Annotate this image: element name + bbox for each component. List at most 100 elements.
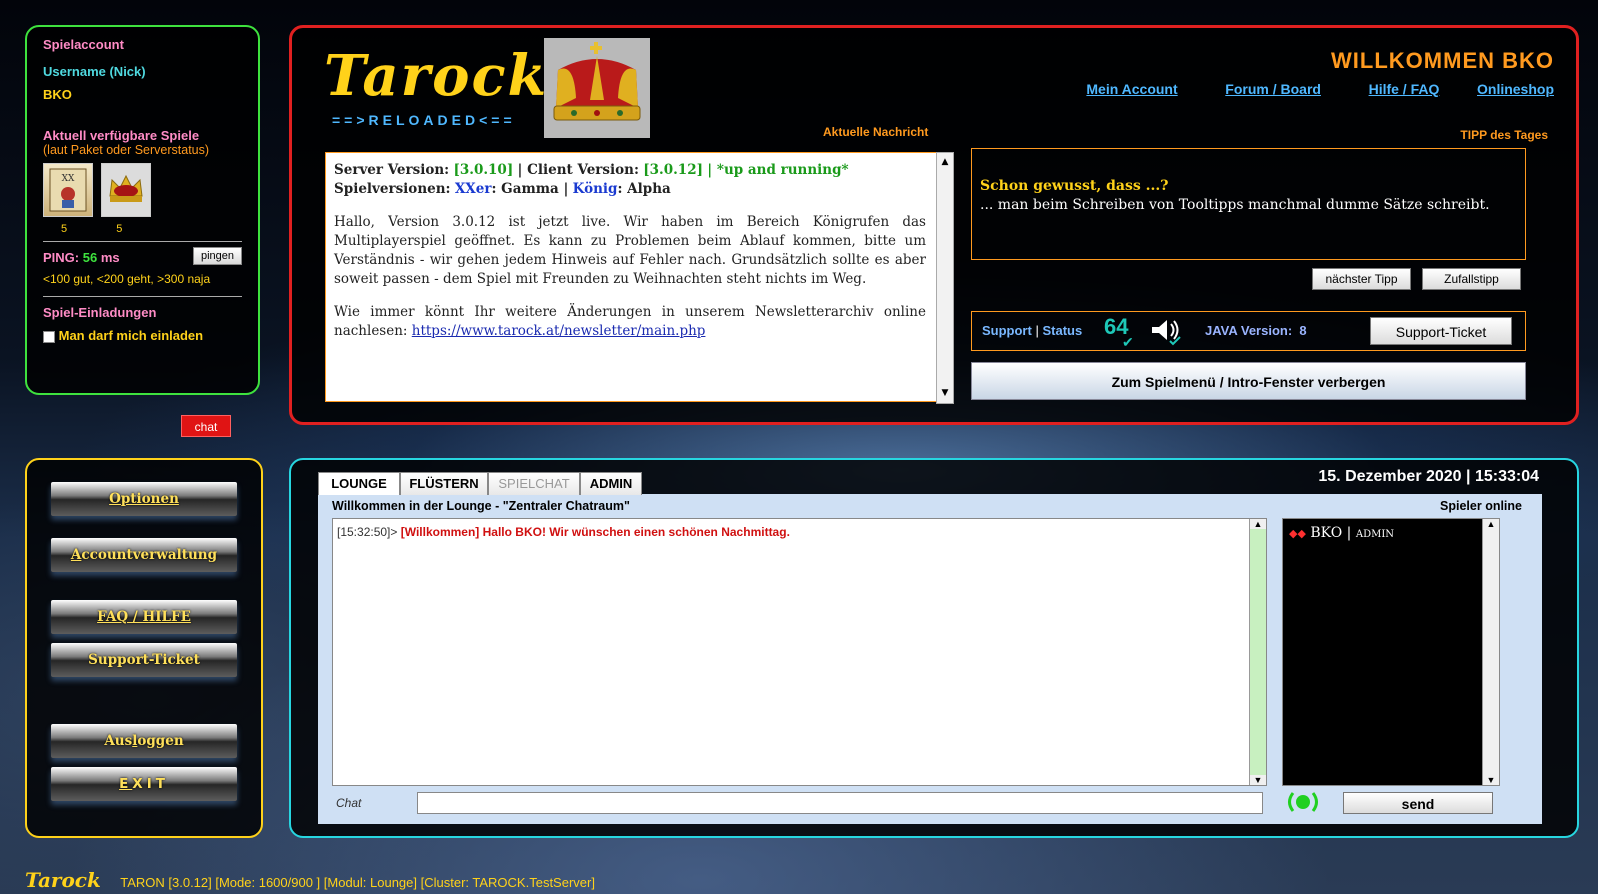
game-counts: 5 5 bbox=[61, 223, 242, 235]
nav-support-ticket-button[interactable]: Support-Ticket bbox=[51, 643, 237, 677]
support-status-bar: Support | Status 64 ✔ JAVA Version: 8 Su… bbox=[971, 311, 1526, 351]
support-status-label: Support | Status bbox=[982, 323, 1083, 338]
support-label: Support bbox=[982, 323, 1032, 338]
news-paragraph: Hallo, Version 3.0.12 ist jetzt live. Wi… bbox=[334, 214, 926, 287]
footer-logo: Tarock bbox=[25, 868, 101, 892]
game2-name: König bbox=[572, 181, 618, 197]
java-label: JAVA Version: bbox=[1205, 323, 1293, 338]
link-mein-account[interactable]: Mein Account bbox=[1086, 81, 1177, 97]
tip-caption: TIPP des Tages bbox=[1460, 128, 1548, 142]
version-line: Server Version: [3.0.10] | Client Versio… bbox=[334, 161, 926, 180]
invite-title: Spiel-Einladungen bbox=[43, 305, 157, 320]
speaker-icon[interactable] bbox=[1150, 316, 1186, 349]
newsletter-link[interactable]: https://www.tarock.at/newsletter/main.ph… bbox=[412, 323, 706, 339]
datetime: 15. Dezember 2020 | 15:33:04 bbox=[1318, 468, 1539, 485]
link-forum[interactable]: Forum / Board bbox=[1225, 81, 1321, 97]
game1-name: XXer bbox=[454, 181, 492, 197]
tab-admin[interactable]: ADMIN bbox=[580, 472, 642, 495]
scroll-up-icon[interactable]: ▲ bbox=[1250, 519, 1266, 529]
account-label-mnemonic: A bbox=[70, 547, 82, 563]
chat-area: LOUNGE FLÜSTERN SPIELCHAT ADMIN Willkomm… bbox=[318, 472, 1542, 824]
scroll-down-icon[interactable]: ▼ bbox=[1483, 775, 1499, 785]
chat-scrollbar[interactable]: ▲ ▼ bbox=[1249, 519, 1266, 785]
games-subtitle: (laut Paket oder Serverstatus) bbox=[43, 143, 210, 157]
java-version-value: 8 bbox=[1299, 323, 1307, 338]
player-role: ADMIN bbox=[1355, 529, 1395, 540]
ping-button[interactable]: pingen bbox=[192, 247, 242, 265]
scroll-down-icon[interactable]: ▼ bbox=[1250, 775, 1266, 785]
room-title: Willkommen in der Lounge - "Zentraler Ch… bbox=[332, 499, 630, 513]
ping-hint: <100 gut, <200 geht, >300 naja bbox=[43, 272, 211, 286]
account-panel: Spielaccount Username (Nick) BKO Aktuell… bbox=[25, 25, 260, 395]
player-row[interactable]: ◆◆ BKO | ADMIN bbox=[1283, 519, 1499, 547]
ping-value: 56 bbox=[82, 250, 98, 265]
options-button[interactable]: Optionen bbox=[51, 482, 237, 516]
options-label: Optionen bbox=[109, 491, 179, 507]
tarock-logo: Tarock bbox=[324, 43, 549, 109]
chat-panel: 15. Dezember 2020 | 15:33:04 LOUNGE FLÜS… bbox=[289, 458, 1579, 838]
chat-tag[interactable]: chat bbox=[181, 415, 231, 437]
players-scrollbar[interactable]: ▲ ▼ bbox=[1482, 519, 1499, 785]
faq-button[interactable]: FAQ / HILFE bbox=[51, 600, 237, 634]
exit-label-mnemonic: E bbox=[119, 776, 133, 792]
news-paragraph-2: Wie immer könnt Ihr weitere Änderungen i… bbox=[334, 303, 926, 341]
chat-log: [15:32:50]> [Willkommen] Hallo BKO! Wir … bbox=[332, 518, 1267, 786]
account-management-button[interactable]: Accountverwaltung bbox=[51, 538, 237, 572]
connection-icon bbox=[1281, 787, 1325, 817]
chat-message: [15:32:50]> [Willkommen] Hallo BKO! Wir … bbox=[337, 525, 1262, 539]
faq-label: FAQ / HILFE bbox=[97, 609, 191, 625]
news-scrollbar[interactable]: ▲ ▼ bbox=[936, 152, 954, 404]
random-tip-button[interactable]: Zufallstipp bbox=[1422, 268, 1521, 290]
ping-row: PING: 56 ms pingen bbox=[43, 247, 242, 272]
crown-icon bbox=[544, 38, 650, 138]
ping-unit: ms bbox=[100, 250, 120, 265]
game2-state: : Alpha bbox=[617, 181, 671, 197]
tip-box: Schon gewusst, dass ...? ... man beim Sc… bbox=[971, 148, 1526, 260]
scroll-down-icon[interactable]: ▼ bbox=[937, 384, 953, 403]
game1-state: : Gamma | bbox=[491, 181, 569, 197]
scroll-up-icon[interactable]: ▲ bbox=[937, 153, 953, 172]
crown-icon[interactable] bbox=[100, 163, 151, 217]
server-label: Server Version: bbox=[334, 162, 450, 178]
game-list: XX bbox=[43, 163, 242, 217]
top-links: Mein Account Forum / Board Hilfe / FAQ O… bbox=[1086, 81, 1554, 97]
chat-input[interactable] bbox=[417, 792, 1263, 814]
tarot-card-icon[interactable]: XX bbox=[43, 163, 93, 217]
footer-status: TARON [3.0.12] [Mode: 1600/900 ] [Modul:… bbox=[120, 875, 595, 890]
exit-button[interactable]: EXIT bbox=[51, 767, 237, 801]
support-ticket-button[interactable]: Support-Ticket bbox=[1370, 317, 1512, 345]
send-button[interactable]: send bbox=[1343, 792, 1493, 814]
client-label: | Client Version: bbox=[517, 162, 639, 178]
scroll-up-icon[interactable]: ▲ bbox=[1483, 519, 1499, 529]
invite-checkbox[interactable] bbox=[43, 330, 55, 343]
logout-button[interactable]: Ausloggen bbox=[51, 724, 237, 758]
link-onlineshop[interactable]: Onlineshop bbox=[1477, 81, 1554, 97]
svg-text:XX: XX bbox=[62, 174, 75, 184]
players-title: Spieler online bbox=[1440, 499, 1522, 513]
java-version: JAVA Version: 8 bbox=[1205, 323, 1307, 338]
tab-spielchat[interactable]: SPIELCHAT bbox=[488, 472, 580, 495]
account-title: Spielaccount bbox=[43, 37, 124, 52]
next-tip-button[interactable]: nächster Tipp bbox=[1312, 268, 1411, 290]
games-title: Aktuell verfügbare Spiele bbox=[43, 128, 200, 143]
news-box: Server Version: [3.0.10] | Client Versio… bbox=[325, 152, 954, 404]
message-time: [15:32:50]> bbox=[337, 525, 398, 539]
status-diamond-icon: ◆◆ bbox=[1289, 527, 1306, 540]
player-name: BKO bbox=[1310, 525, 1343, 541]
tab-lounge[interactable]: LOUNGE bbox=[318, 472, 400, 495]
reloaded-subtitle: ==>RELOADED<== bbox=[332, 112, 516, 128]
tab-fluestern[interactable]: FLÜSTERN bbox=[400, 472, 488, 495]
link-hilfe[interactable]: Hilfe / FAQ bbox=[1369, 81, 1440, 97]
server-version: [3.0.10] bbox=[453, 162, 514, 178]
divider bbox=[43, 241, 242, 242]
chat-input-label: Chat bbox=[336, 796, 362, 810]
check-icon: ✔ bbox=[1122, 334, 1134, 350]
logout-label-pre: Aus bbox=[104, 733, 133, 749]
navigation-panel: Optionen Accountverwaltung FAQ / HILFE S… bbox=[25, 458, 263, 838]
logout-label-rest: oggen bbox=[137, 733, 184, 749]
welcome-title: WILLKOMMEN BKO bbox=[1331, 48, 1554, 73]
hide-intro-button[interactable]: Zum Spielmenü / Intro-Fenster verbergen bbox=[971, 362, 1526, 400]
server-status: | *up and running* bbox=[707, 162, 849, 178]
main-header-panel: Tarock ==>RELOADED<== WILLKOMMEN BKO Mei… bbox=[289, 25, 1579, 425]
ping-label: PING: bbox=[43, 250, 80, 265]
